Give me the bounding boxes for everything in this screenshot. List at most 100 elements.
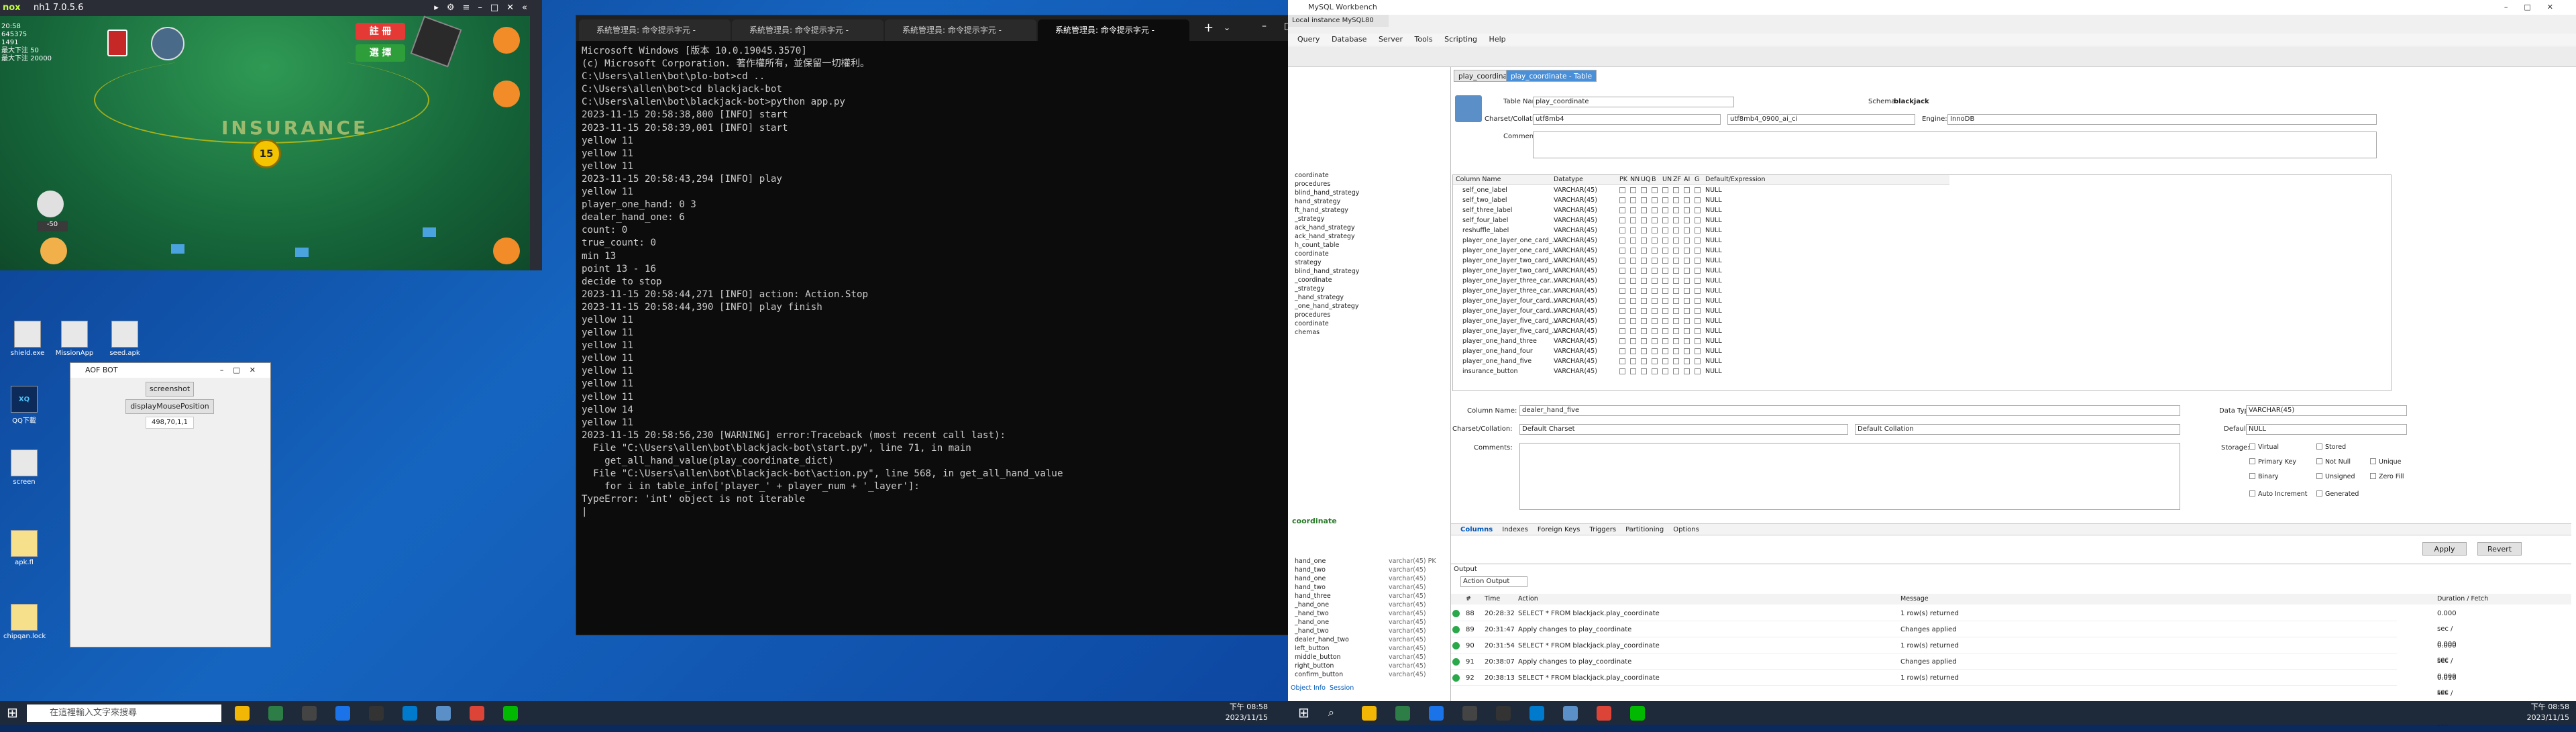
column-name-cell[interactable]: reshuffle_label [1462,226,1509,235]
column-flag-checkbox[interactable] [1673,368,1679,374]
tree-item[interactable]: hand_strategy [1295,197,1442,206]
data-type-input[interactable]: VARCHAR(45) [2246,405,2407,416]
column-flag-checkbox[interactable] [1619,348,1625,354]
column-flag-checkbox[interactable] [1662,227,1668,233]
column-flag-checkbox[interactable] [1652,298,1658,304]
column-flag-checkbox[interactable] [1630,358,1636,364]
default-cell[interactable]: NULL [1705,256,1722,265]
column-flag-checkbox[interactable] [1673,328,1679,334]
column-name-cell[interactable]: player_one_layer_one_card_... [1462,246,1558,255]
column-flag-checkbox[interactable] [1695,258,1701,264]
seat-marker[interactable] [423,227,436,237]
column-flag-checkbox[interactable] [1695,298,1701,304]
new-tab-icon[interactable]: + [1203,21,1214,35]
column-flag-checkbox[interactable] [1662,368,1668,374]
tab-play-coordinate-table[interactable]: play_coordinate - Table [1506,70,1597,82]
table-row[interactable]: player_one_layer_five_card_... VARCHAR(45… [1453,327,1949,335]
column-flag-checkbox[interactable] [1630,318,1636,324]
column-flag-checkbox[interactable] [1641,348,1647,354]
datatype-cell[interactable]: VARCHAR(45) [1554,216,1597,225]
column-flag-checkbox[interactable] [1641,368,1647,374]
column-name-cell[interactable]: self_one_label [1462,186,1507,195]
datatype-cell[interactable]: VARCHAR(45) [1554,186,1597,195]
menu-scripting[interactable]: Scripting [1444,35,1477,44]
charset-select[interactable]: utf8mb4 [1533,114,1721,125]
taskbar-search[interactable]: 在這裡輸入文字來搜尋 [27,704,221,722]
datatype-cell[interactable]: VARCHAR(45) [1554,236,1597,245]
desktop-icon[interactable]: chipqan.lock [3,604,46,640]
grid-header-cell[interactable]: AI [1684,175,1690,184]
tree-item[interactable]: coordinate [1295,171,1442,180]
column-flag-checkbox[interactable] [1662,217,1668,223]
tab-options[interactable]: Options [1673,526,1699,533]
default-cell[interactable]: NULL [1705,226,1722,235]
column-flag-checkbox[interactable] [1673,338,1679,344]
column-flag-checkbox[interactable] [1630,207,1636,213]
taskbar-clock[interactable]: 下午 08:58 2023/11/15 [1194,702,1268,723]
desktop-icon[interactable]: screen [3,450,45,486]
windows-start-icon[interactable]: ⊞ [7,704,18,721]
column-flag-checkbox[interactable] [1630,268,1636,274]
terminal-taskbar-icon[interactable] [1496,706,1511,721]
column-flag-checkbox[interactable] [1652,227,1658,233]
output-row[interactable]: 90 20:31:54 SELECT * FROM blackjack.play_c… [1451,638,2457,696]
column-flag-checkbox[interactable] [1652,268,1658,274]
default-cell[interactable]: NULL [1705,206,1722,215]
column-flag-checkbox[interactable] [1684,197,1690,203]
column-name-cell[interactable]: player_one_layer_two_card_... [1462,266,1558,275]
grid-header-cell[interactable]: UN [1662,175,1672,184]
datatype-cell[interactable]: VARCHAR(45) [1554,286,1597,295]
column-flag-checkbox[interactable] [1684,318,1690,324]
window-controls[interactable]: –□✕ [2504,0,2569,15]
menu-help[interactable]: Help [1489,35,1506,44]
column-flag-checkbox[interactable] [1652,217,1658,223]
option-unsigned-checkbox[interactable]: Unsigned [2316,472,2355,480]
datatype-cell[interactable]: VARCHAR(45) [1554,317,1597,325]
grid-header-cell[interactable]: Column Name [1456,175,1501,184]
checkbox-box[interactable] [2370,473,2376,479]
column-flag-checkbox[interactable] [1652,258,1658,264]
column-flag-checkbox[interactable] [1695,207,1701,213]
column-flag-checkbox[interactable] [1673,248,1679,254]
windows-start-icon[interactable]: ⊞ [1298,704,1309,721]
table-row[interactable]: player_one_hand_three VARCHAR(45) NULL [1453,337,1949,346]
schema-tree[interactable]: coordinate procedures blind_hand_strategy h… [1295,171,1442,337]
column-flag-checkbox[interactable] [1641,227,1647,233]
column-flag-checkbox[interactable] [1684,298,1690,304]
column-flag-checkbox[interactable] [1619,298,1625,304]
column-flag-checkbox[interactable] [1673,217,1679,223]
connection-tab[interactable]: Local instance MySQL80 [1288,15,1389,27]
collation-select[interactable]: utf8mb4_0900_ai_ci [1727,114,1915,125]
line-icon[interactable] [1630,706,1645,721]
column-flag-checkbox[interactable] [1673,207,1679,213]
grid-header-cell[interactable]: B [1652,175,1656,184]
table-row[interactable]: self_one_label VARCHAR(45) NULL [1453,186,1949,195]
column-flag-checkbox[interactable] [1695,268,1701,274]
tree-item[interactable]: chemas [1295,328,1442,337]
desktop-icon[interactable]: MissionApp [54,321,95,357]
taskbar-app-icon[interactable] [1395,706,1410,721]
tree-item[interactable]: strategy [1295,258,1442,267]
column-flag-checkbox[interactable] [1630,248,1636,254]
column-flag-checkbox[interactable] [1684,278,1690,284]
choose-button[interactable]: 選 擇 [356,44,405,62]
column-flag-checkbox[interactable] [1641,358,1647,364]
column-flag-checkbox[interactable] [1673,278,1679,284]
column-flag-checkbox[interactable] [1673,238,1679,244]
column-flag-checkbox[interactable] [1673,258,1679,264]
checkbox-box[interactable] [2316,490,2322,496]
column-name-input[interactable]: dealer_hand_five [1519,405,2180,416]
column-flag-checkbox[interactable] [1619,248,1625,254]
column-flag-checkbox[interactable] [1662,207,1668,213]
datatype-cell[interactable]: VARCHAR(45) [1554,337,1597,346]
column-flag-checkbox[interactable] [1630,288,1636,294]
column-flag-checkbox[interactable] [1684,217,1690,223]
default-cell[interactable]: NULL [1705,337,1722,346]
default-input[interactable]: NULL [2246,424,2407,435]
default-cell[interactable]: NULL [1705,367,1722,376]
tab-columns[interactable]: Columns [1460,526,1493,533]
tree-item[interactable]: _one_hand_strategy [1295,302,1442,311]
terminal-output[interactable]: Microsoft Windows [版本 10.0.19045.3570] (c… [582,45,1353,633]
column-flag-checkbox[interactable] [1673,358,1679,364]
grid-header-cell[interactable]: ZF [1673,175,1681,184]
